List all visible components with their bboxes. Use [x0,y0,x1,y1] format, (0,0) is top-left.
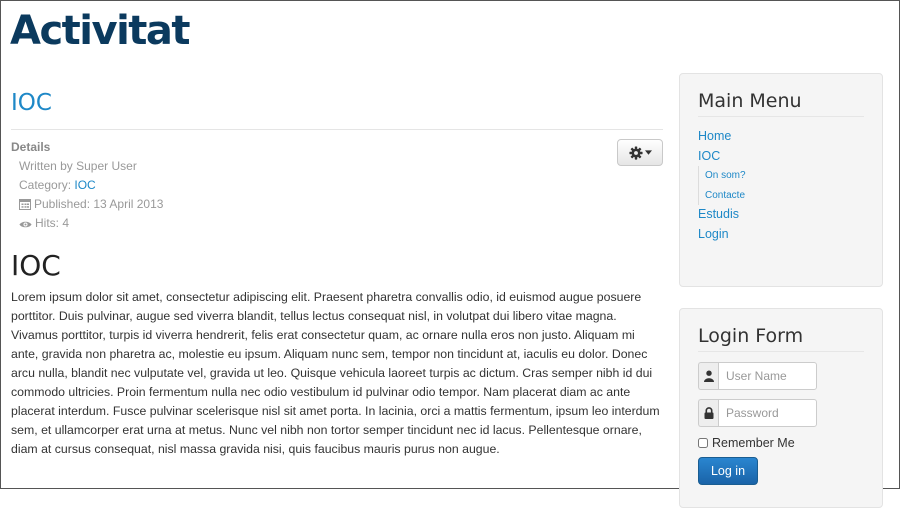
menu-link-home[interactable]: Home [698,129,731,143]
eye-icon [19,221,32,228]
main-content: IOC Details Written by Super User Catego… [11,89,663,459]
login-form-module: Login Form Remember Me Log in [679,308,883,508]
details-heading: Details [11,140,51,154]
author-info: Written by Super User [19,159,137,173]
password-input[interactable] [718,399,817,427]
password-field-group [698,399,864,427]
remember-me-checkbox[interactable] [698,438,708,448]
category-label: Category: [19,178,75,192]
hits-count: Hits: 4 [35,216,70,230]
username-input[interactable] [718,362,817,390]
published-date: Published: 13 April 2013 [34,197,164,211]
category-info: Category: IOC [19,178,663,193]
main-menu: Home IOC On som? Contacte Estudis Login [698,127,864,244]
submenu-ioc: On som? Contacte [698,166,864,205]
menu-link-ioc[interactable]: IOC [698,149,720,163]
submenu-link-on-som[interactable]: On som? [705,170,746,181]
username-field-group [698,362,864,390]
calendar-icon [19,199,31,210]
main-menu-module: Main Menu Home IOC On som? Contacte Estu… [679,73,883,287]
remember-me-label: Remember Me [712,436,795,450]
remember-me: Remember Me [698,436,864,450]
menu-item-estudis: Estudis [698,205,864,225]
article-title: IOC [11,89,663,117]
article-title-link[interactable]: IOC [11,90,52,116]
caret-down-icon [644,150,652,155]
category-link[interactable]: IOC [74,178,95,192]
submenu-item-contacte: Contacte [705,186,864,206]
menu-item-ioc: IOC On som? Contacte [698,147,864,205]
hits-info: Hits: 4 [19,216,663,231]
menu-item-login: Login [698,225,864,245]
menu-link-estudis[interactable]: Estudis [698,207,739,221]
user-icon [698,362,718,390]
menu-item-home: Home [698,127,864,147]
login-form-title: Login Form [698,325,864,352]
submenu-link-contacte[interactable]: Contacte [705,190,745,201]
article-details: Details Written by Super User Category: … [11,139,663,231]
menu-link-login[interactable]: Login [698,227,729,241]
article-body-text: Lorem ipsum dolor sit amet, consectetur … [11,290,660,456]
article-tools-button[interactable] [617,139,663,166]
submenu-item-on-som: On som? [705,166,864,186]
login-button[interactable]: Log in [698,457,758,485]
gear-icon [628,145,643,160]
site-title: Activitat [10,8,191,54]
lock-icon [698,399,718,427]
published-info: Published: 13 April 2013 [19,197,663,212]
main-menu-title: Main Menu [698,90,864,117]
article-body-heading: IOC [11,249,61,282]
divider [11,129,663,130]
